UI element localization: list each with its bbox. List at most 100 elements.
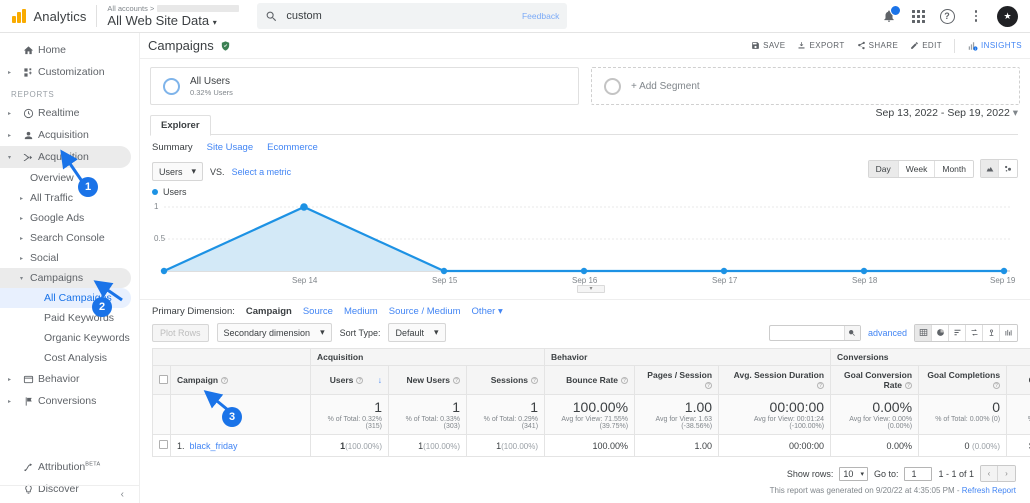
bell-icon[interactable]	[881, 5, 901, 24]
search-input[interactable]: custom	[286, 10, 321, 22]
help-icon[interactable]: ?	[531, 377, 539, 384]
goto-input[interactable]: 1	[904, 466, 933, 481]
dimension-campaign[interactable]: Campaign	[246, 306, 292, 317]
column-avg-session-duration[interactable]: Avg. Session Duration?	[718, 365, 832, 395]
table-row[interactable]: 1. black_friday 1(100.00%) 1(100.00%) 1(…	[152, 434, 1030, 457]
sidebar-item-acquisition[interactable]: ▾ Acquisition Acquisition	[0, 146, 131, 168]
refresh-report-link[interactable]: Refresh Report	[962, 486, 1016, 495]
column-bounce-rate[interactable]: Bounce Rate?	[544, 365, 636, 395]
dimension-source[interactable]: Source	[303, 306, 333, 317]
prev-page-button[interactable]: ‹	[981, 466, 998, 481]
campaign-link-black-friday[interactable]: black_friday	[190, 441, 238, 451]
help-icon[interactable]: ?	[817, 382, 825, 389]
help-icon[interactable]: ?	[453, 377, 460, 384]
sidebar-item-attribution[interactable]: AttributionBETA	[0, 456, 139, 478]
insights-button[interactable]: i INSIGHTS	[967, 41, 1022, 51]
metric-select[interactable]: Users ▾	[152, 162, 204, 181]
advanced-link[interactable]: advanced	[868, 328, 907, 338]
help-icon[interactable]: ?	[993, 382, 1001, 389]
pivot-view-icon[interactable]	[983, 324, 1000, 341]
dimension-medium[interactable]: Medium	[344, 306, 378, 317]
sidebar-subitem-google-ads[interactable]: ▸ Google Ads	[0, 208, 139, 228]
help-icon[interactable]: ?	[905, 382, 913, 389]
sidebar-item-customization[interactable]: ▸ Customization	[0, 61, 139, 83]
column-pages-session[interactable]: Pages / Session?	[634, 365, 720, 395]
segment-all-users[interactable]: All Users 0.32% Users	[150, 67, 579, 105]
granularity-month[interactable]: Month	[935, 160, 973, 177]
tab-summary[interactable]: Summary	[152, 142, 193, 153]
more-vert-icon[interactable]	[968, 8, 984, 24]
column-goal-conversion-rate[interactable]: Goal Conversion Rate?	[830, 365, 920, 395]
show-rows-select[interactable]: 10 ▾	[839, 466, 868, 481]
edit-button[interactable]: EDIT	[910, 41, 942, 50]
share-button[interactable]: SHARE	[857, 41, 899, 50]
row-checkbox[interactable]	[159, 440, 168, 449]
sidebar-item-realtime[interactable]: ▸ Realtime	[0, 102, 139, 124]
search-icon[interactable]	[843, 325, 860, 340]
date-range-picker[interactable]: Sep 13, 2022 - Sep 19, 2022 ▾	[876, 107, 1018, 119]
column-sessions[interactable]: Sessions?	[465, 365, 546, 395]
motion-chart-icon[interactable]	[999, 160, 1017, 177]
export-button[interactable]: EXPORT	[797, 41, 844, 50]
sort-desc-icon[interactable]: ↓	[378, 375, 382, 385]
sidebar-subitem-paid-keywords[interactable]: Paid Keywords	[0, 308, 139, 328]
sidebar-subitem-all-traffic[interactable]: ▸ All Traffic	[0, 188, 139, 208]
account-selector[interactable]: All accounts > All Web Site Data ▾	[107, 4, 240, 28]
granularity-day[interactable]: Day	[868, 160, 899, 177]
dimension-source-medium[interactable]: Source / Medium	[389, 306, 461, 317]
sidebar-item-home[interactable]: Home	[0, 39, 139, 61]
sidebar-item-conversions[interactable]: ▸ Conversions	[0, 390, 139, 412]
save-button[interactable]: SAVE	[751, 41, 785, 50]
help-icon[interactable]: ?	[939, 8, 955, 24]
sidebar-subitem-organic-keywords[interactable]: Organic Keywords	[0, 328, 139, 348]
help-icon[interactable]: ?	[356, 377, 364, 384]
summary-value: 100.00%	[572, 399, 629, 415]
dimension-other[interactable]: Other ▾	[472, 306, 503, 317]
summary-value: 1	[452, 399, 460, 415]
table-search-input[interactable]	[768, 324, 861, 341]
sidebar-subitem-cost-analysis[interactable]: Cost Analysis	[0, 348, 139, 368]
users-chart[interactable]: 1 0.5 Sep 14 Sep 15 Sep 16 Sep 17 Sep 18…	[152, 199, 1018, 295]
select-all-checkbox[interactable]	[159, 374, 168, 384]
select-all-checkbox-cell[interactable]	[152, 365, 171, 395]
plot-rows-button[interactable]: Plot Rows	[152, 323, 209, 342]
next-page-button[interactable]: ›	[998, 466, 1015, 481]
sidebar-subitem-search-console[interactable]: ▸ Search Console	[0, 228, 139, 248]
tab-site-usage[interactable]: Site Usage	[207, 142, 253, 153]
column-campaign[interactable]: Campaign?	[170, 365, 311, 395]
column-new-users[interactable]: New Users?	[388, 365, 467, 395]
row-checkbox-cell[interactable]	[152, 434, 171, 457]
column-goal-completions[interactable]: Goal Completions?	[918, 365, 1008, 395]
table-pager: Show rows: 10 ▾ Go to: 1 1 - 1 of 1 ‹ ›	[140, 457, 1030, 482]
performance-view-icon[interactable]	[949, 324, 966, 341]
bar-view-icon[interactable]	[1000, 324, 1017, 341]
sidebar-subitem-overview[interactable]: Overview	[0, 168, 139, 188]
tab-explorer[interactable]: Explorer	[150, 115, 211, 136]
column-users[interactable]: Users? ↓	[310, 365, 389, 395]
sidebar-subitem-campaigns[interactable]: ▾ Campaigns	[0, 268, 131, 288]
help-icon[interactable]: ?	[221, 377, 229, 384]
area-chart-icon[interactable]	[981, 160, 999, 177]
apps-grid-icon[interactable]	[910, 8, 926, 24]
secondary-dimension-select[interactable]: Secondary dimension ▾	[216, 323, 332, 342]
help-icon[interactable]: ?	[705, 382, 713, 389]
sidebar-item-behavior[interactable]: ▸ Behavior	[0, 368, 139, 390]
add-segment-button[interactable]: + Add Segment	[591, 67, 1020, 105]
pie-view-icon[interactable]	[932, 324, 949, 341]
avatar[interactable]: ★	[997, 5, 1018, 27]
sidebar-item-audience[interactable]: ▸ Acquisition	[0, 124, 139, 146]
sort-type-select[interactable]: Default ▾	[388, 323, 446, 342]
sidebar-subitem-social[interactable]: ▸ Social	[0, 248, 139, 268]
select-metric-link[interactable]: Select a metric	[232, 167, 292, 177]
table-view-icon[interactable]	[915, 324, 932, 341]
column-goal-value[interactable]: Goal Value?	[1006, 365, 1030, 395]
help-icon[interactable]: ?	[621, 377, 629, 384]
chart-resize-handle[interactable]: ▾	[577, 285, 605, 293]
tab-ecommerce[interactable]: Ecommerce	[267, 142, 318, 153]
property-name[interactable]: All Web Site Data ▾	[107, 13, 239, 28]
search-bar[interactable]: custom Feedback	[257, 3, 568, 29]
granularity-week[interactable]: Week	[898, 160, 936, 177]
comparison-view-icon[interactable]	[966, 324, 983, 341]
sidebar-collapse-button[interactable]: ‹	[0, 485, 140, 503]
feedback-link[interactable]: Feedback	[522, 11, 559, 21]
